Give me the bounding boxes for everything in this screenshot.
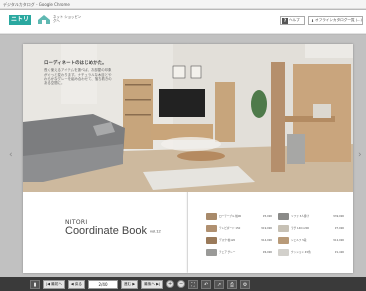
product-thumb xyxy=(278,237,289,244)
product-thumb xyxy=(278,213,289,220)
caption-text: 長く使えるアイテムを選べば、お部屋の印象がぐっと変わります。ナチュラルな木目とや… xyxy=(44,68,112,86)
app-header: ニトリ ネット ショッピングへ ? ヘルプ ⬇ オフラインカタログ一覧 (...… xyxy=(0,10,366,34)
product-item[interactable]: デスク 幅120 ¥14,990 xyxy=(206,235,272,246)
zoom-in-icon[interactable]: + xyxy=(166,280,175,288)
shopping-link[interactable]: ネット ショッピングへ xyxy=(53,15,83,23)
first-page-button[interactable]: |◀ 最初へ xyxy=(43,279,65,289)
product-name: シェルフ 5段 xyxy=(291,239,307,242)
brand-title: Coordinate Book xyxy=(65,225,147,237)
house-icon[interactable] xyxy=(37,14,51,25)
product-name: ローテーブル 幅90 xyxy=(219,215,242,218)
undo-icon[interactable]: ↶ xyxy=(201,279,212,289)
coordinate-book-title: Coordinate Book vol.12 xyxy=(65,225,161,237)
prev-page-arrow-icon[interactable]: ‹ xyxy=(9,150,13,160)
zoom-out-icon[interactable]: − xyxy=(177,280,186,288)
next-page-button[interactable]: 進む ▶ xyxy=(121,279,139,289)
last-page-button[interactable]: 最後へ ▶| xyxy=(141,279,164,289)
caption-title: ローディネートのはじめかた。 xyxy=(44,61,107,66)
product-name: クッション 45角 xyxy=(291,251,311,254)
product-item[interactable]: ローテーブル 幅90 ¥5,990 xyxy=(206,211,272,222)
page-list-icon[interactable]: ▮ xyxy=(30,279,40,289)
product-item[interactable]: ソファ 3人掛け ¥39,990 xyxy=(278,211,344,222)
product-name: テレビボード 150 xyxy=(219,227,241,230)
product-thumb xyxy=(206,213,217,220)
product-item[interactable]: シェルフ 5段 ¥12,990 xyxy=(278,235,344,246)
next-page-label: 進む xyxy=(124,281,132,286)
product-name: チェア グレー xyxy=(219,251,236,254)
product-name: デスク 幅120 xyxy=(219,239,236,242)
product-thumb xyxy=(206,249,217,256)
window-title: デジタルカタログ - Google Chrome xyxy=(0,0,366,9)
help-button[interactable]: ? ヘルプ xyxy=(280,16,305,25)
brand-volume: vol.12 xyxy=(150,228,161,234)
nitori-logo[interactable]: ニトリ xyxy=(9,15,31,25)
next-page-icon: ▶ xyxy=(132,282,136,286)
help-label: ヘルプ xyxy=(289,18,300,22)
viewer-toolbar: ▮ |◀ 最初へ ◀ 戻る 2/40 進む ▶ 最後へ ▶| + − ⛶ ↶ ↗… xyxy=(0,277,366,291)
share-icon[interactable]: ↗ xyxy=(214,279,225,289)
product-price: ¥5,990 xyxy=(262,215,272,218)
product-item[interactable]: チェア グレー ¥6,990 xyxy=(206,247,272,258)
product-price: ¥7,990 xyxy=(334,227,344,230)
settings-icon[interactable]: ⚙ xyxy=(240,279,251,289)
product-thumb xyxy=(206,225,217,232)
prev-page-button[interactable]: ◀ 戻る xyxy=(67,279,86,289)
product-item[interactable]: クッション 45角 ¥1,490 xyxy=(278,247,344,258)
download-icon: ⬇ xyxy=(311,18,315,23)
product-item[interactable]: ラグ 140×200 ¥7,990 xyxy=(278,223,344,234)
product-price: ¥1,490 xyxy=(334,251,344,254)
offline-catalog-button[interactable]: ⬇ オフラインカタログ一覧 (...) xyxy=(308,16,363,25)
product-thumb xyxy=(206,237,217,244)
product-list: ローテーブル 幅90 ¥5,990 ソファ 3人掛け ¥39,990 テレビボー… xyxy=(206,211,346,261)
product-name: ラグ 140×200 xyxy=(291,227,310,230)
question-icon: ? xyxy=(282,17,288,24)
page-number-input[interactable]: 2/40 xyxy=(88,279,119,289)
product-price: ¥19,990 xyxy=(261,227,272,230)
fullscreen-icon[interactable]: ⛶ xyxy=(188,279,199,289)
last-page-label: 最後へ xyxy=(144,281,155,286)
product-price: ¥39,990 xyxy=(333,215,344,218)
product-item[interactable]: テレビボード 150 ¥19,990 xyxy=(206,223,272,234)
product-price: ¥12,990 xyxy=(333,239,344,242)
first-page-label: 最初へ xyxy=(51,281,62,286)
catalog-caption: ローディネートのはじめかた。 長く使えるアイテムを選べば、お部屋の印象がぐっと変… xyxy=(44,61,114,86)
last-page-icon: ▶| xyxy=(156,282,161,286)
product-name: ソファ 3人掛け xyxy=(291,215,310,218)
product-thumb xyxy=(278,249,289,256)
print-icon[interactable]: ⎙ xyxy=(227,279,238,289)
offline-catalog-label: オフラインカタログ一覧 (...) xyxy=(315,18,362,22)
first-page-icon: |◀ xyxy=(46,282,50,286)
prev-page-label: 戻る xyxy=(74,281,83,286)
next-page-arrow-icon[interactable]: › xyxy=(358,150,362,160)
product-price: ¥6,990 xyxy=(262,251,272,254)
prev-page-icon: ◀ xyxy=(70,282,74,286)
product-price: ¥14,990 xyxy=(261,239,272,242)
product-thumb xyxy=(278,225,289,232)
